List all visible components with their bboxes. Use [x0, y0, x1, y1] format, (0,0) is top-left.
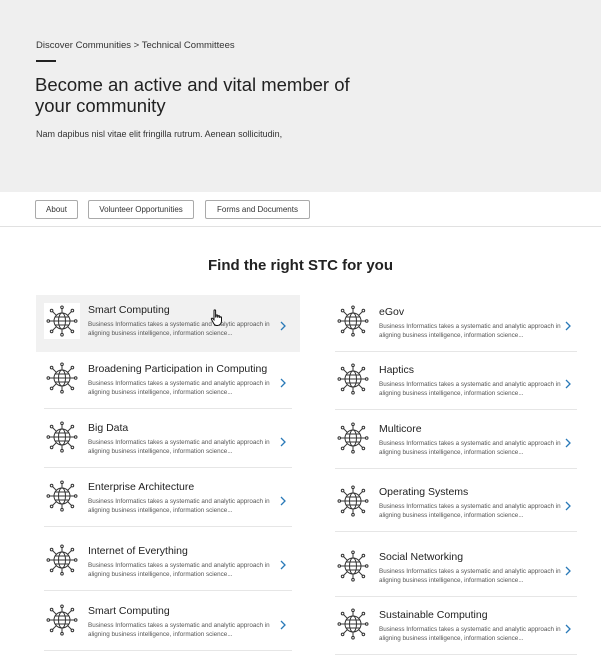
committee-description: Business Informatics takes a systematic …: [379, 503, 561, 519]
chevron-right-icon[interactable]: [280, 560, 286, 570]
committee-item-broadening-participation-in-computing[interactable]: Broadening Participation in Computing Bus…: [36, 352, 300, 409]
hand-cursor-icon: [210, 309, 222, 326]
committee-description: Business Informatics takes a systematic …: [379, 381, 561, 397]
committee-name: Broadening Participation in Computing: [88, 363, 268, 375]
tab-forms-and-documents[interactable]: Forms and Documents: [205, 200, 310, 219]
globe-network-icon: [335, 303, 371, 339]
committee-name: Smart Computing: [88, 605, 170, 617]
row-divider: [44, 467, 292, 468]
chevron-right-icon[interactable]: [280, 378, 286, 388]
row-divider: [44, 526, 292, 527]
breadcrumb-current: Technical Committees: [141, 40, 235, 51]
committee-name: Big Data: [88, 422, 129, 434]
committee-name: Internet of Everything: [88, 545, 188, 557]
chevron-right-icon[interactable]: [565, 566, 571, 576]
committee-name: Sustainable Computing: [379, 609, 488, 621]
globe-network-icon: [44, 602, 80, 638]
chevron-right-icon[interactable]: [565, 321, 571, 331]
row-divider: [44, 650, 292, 651]
globe-network-icon: [335, 606, 371, 642]
committee-name: Operating Systems: [379, 486, 469, 498]
globe-network-icon: [44, 419, 80, 455]
committee-description: Business Informatics takes a systematic …: [88, 622, 270, 638]
committee-name: Enterprise Architecture: [88, 481, 195, 493]
row-divider: [335, 596, 577, 597]
chevron-right-icon[interactable]: [565, 379, 571, 389]
row-divider: [335, 654, 577, 655]
row-divider: [44, 408, 292, 409]
committee-name: Social Networking: [379, 551, 464, 563]
committee-item-social-networking[interactable]: Social Networking Business Informatics ta…: [327, 540, 585, 597]
chevron-right-icon[interactable]: [280, 496, 286, 506]
committee-item-smart-computing[interactable]: Smart Computing Business Informatics take…: [36, 594, 300, 651]
breadcrumb: Discover Communities > Technical Committ…: [36, 40, 235, 51]
breadcrumb-separator: >: [131, 40, 142, 51]
committee-item-sustainable-computing[interactable]: Sustainable Computing Business Informatic…: [327, 598, 585, 655]
title-accent-rule: [36, 60, 56, 62]
section-title: Find the right STC for you: [208, 257, 393, 274]
row-divider: [44, 590, 292, 591]
committee-name: Haptics: [379, 364, 415, 376]
chevron-right-icon[interactable]: [565, 438, 571, 448]
globe-network-icon: [335, 483, 371, 519]
committee-description: Business Informatics takes a systematic …: [379, 626, 561, 642]
committee-description: Business Informatics takes a systematic …: [379, 323, 561, 339]
row-divider: [335, 409, 577, 410]
chevron-right-icon[interactable]: [280, 620, 286, 630]
committee-item-big-data[interactable]: Big Data Business Informatics takes a sys…: [36, 411, 300, 468]
tab-bar: About Volunteer Opportunities Forms and …: [0, 192, 601, 227]
committee-item-multicore[interactable]: Multicore Business Informatics takes a sy…: [327, 412, 585, 469]
committee-name: Smart Computing: [88, 304, 170, 316]
committee-item-internet-of-everything[interactable]: Internet of Everything Business Informati…: [36, 534, 300, 591]
breadcrumb-link-discover-communities[interactable]: Discover Communities: [36, 40, 131, 51]
committee-description: Business Informatics takes a systematic …: [88, 321, 270, 337]
committee-description: Business Informatics takes a systematic …: [379, 568, 561, 584]
hero-banner: Discover Communities > Technical Committ…: [0, 0, 601, 192]
row-divider: [335, 531, 577, 532]
chevron-right-icon[interactable]: [565, 624, 571, 634]
tab-volunteer-opportunities[interactable]: Volunteer Opportunities: [88, 200, 194, 219]
committee-description: Business Informatics takes a systematic …: [88, 439, 270, 455]
globe-network-icon: [335, 420, 371, 456]
chevron-right-icon[interactable]: [280, 437, 286, 447]
globe-network-icon: [44, 360, 80, 396]
committee-item-operating-systems[interactable]: Operating Systems Business Informatics ta…: [327, 475, 585, 532]
chevron-right-icon[interactable]: [280, 321, 286, 331]
committee-description: Business Informatics takes a systematic …: [88, 380, 270, 396]
globe-network-icon: [44, 542, 80, 578]
globe-network-icon: [335, 548, 371, 584]
row-divider: [335, 351, 577, 352]
committee-description: Business Informatics takes a systematic …: [88, 498, 270, 514]
globe-network-icon: [44, 303, 80, 339]
page-subtitle: Nam dapibus nisl vitae elit fringilla ru…: [36, 129, 283, 139]
globe-network-icon: [335, 361, 371, 397]
committee-description: Business Informatics takes a systematic …: [88, 562, 270, 578]
committee-item-haptics[interactable]: Haptics Business Informatics takes a syst…: [327, 353, 585, 410]
committee-item-enterprise-architecture[interactable]: Enterprise Architecture Business Informat…: [36, 470, 300, 527]
committee-name: Multicore: [379, 423, 422, 435]
globe-network-icon: [44, 478, 80, 514]
committee-name: eGov: [379, 306, 405, 318]
chevron-right-icon[interactable]: [565, 501, 571, 511]
row-divider: [335, 468, 577, 469]
page-title: Become an active and vital member of you…: [35, 74, 350, 116]
committee-item-egov[interactable]: eGov Business Informatics takes a systema…: [327, 295, 585, 352]
committee-item-smart-computing[interactable]: Smart Computing Business Informatics take…: [36, 295, 300, 352]
tab-about[interactable]: About: [35, 200, 78, 219]
committee-description: Business Informatics takes a systematic …: [379, 440, 561, 456]
